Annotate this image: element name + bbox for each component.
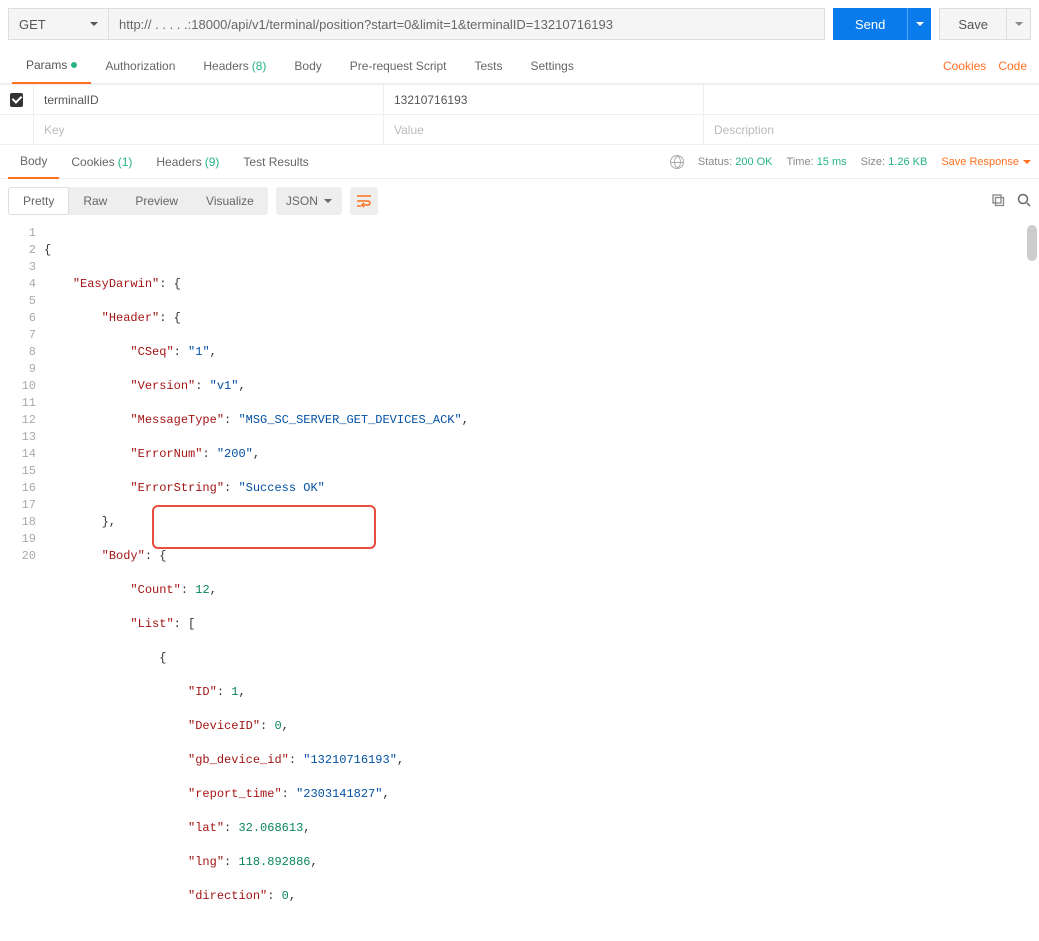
http-method-select[interactable]: GET — [8, 8, 108, 40]
resp-tab-tests[interactable]: Test Results — [231, 145, 320, 179]
globe-icon[interactable] — [670, 155, 684, 169]
body-view-toolbar: Pretty Raw Preview Visualize JSON — [0, 179, 1039, 223]
resp-tab-cookies[interactable]: Cookies(1) — [59, 145, 144, 179]
line-gutter: 12345678910 11121314151617181920 — [0, 223, 44, 941]
url-input[interactable]: http:// . . . . .:18000/api/v1/terminal/… — [108, 8, 825, 40]
code-content: { "EasyDarwin": { "Header": { "CSeq": "1… — [44, 223, 1039, 941]
param-desc-input[interactable]: Description — [704, 115, 1039, 144]
tab-params[interactable]: Params — [12, 48, 91, 84]
tab-prerequest[interactable]: Pre-request Script — [336, 48, 461, 84]
format-select[interactable]: JSON — [276, 187, 342, 215]
chevron-down-icon — [324, 199, 332, 203]
code-link[interactable]: Code — [998, 59, 1027, 73]
view-raw[interactable]: Raw — [69, 187, 121, 215]
cookies-link[interactable]: Cookies — [943, 59, 986, 73]
tab-settings[interactable]: Settings — [517, 48, 588, 84]
params-table: terminalID 13210716193 Key Value Descrip… — [0, 84, 1039, 145]
wrap-lines-icon[interactable] — [350, 187, 378, 215]
status-label: Status: 200 OK — [698, 156, 773, 168]
resp-tab-headers[interactable]: Headers(9) — [144, 145, 231, 179]
copy-icon[interactable] — [991, 193, 1005, 210]
request-tabs: Params Authorization Headers(8) Body Pre… — [0, 48, 1039, 84]
param-row: terminalID 13210716193 — [0, 84, 1039, 114]
tab-headers[interactable]: Headers(8) — [189, 48, 280, 84]
view-visualize[interactable]: Visualize — [192, 187, 268, 215]
tab-body[interactable]: Body — [280, 48, 335, 84]
send-dropdown[interactable] — [907, 8, 931, 40]
param-key-input[interactable]: Key — [34, 115, 384, 144]
view-pretty[interactable]: Pretty — [8, 187, 69, 215]
active-dot-icon — [71, 62, 77, 68]
param-value-input[interactable]: Value — [384, 115, 704, 144]
scrollbar[interactable] — [1027, 225, 1037, 261]
size-label: Size: 1.26 KB — [861, 156, 928, 168]
param-value[interactable]: 13210716193 — [384, 85, 704, 114]
chevron-down-icon — [90, 22, 98, 26]
chevron-down-icon — [916, 22, 924, 26]
chevron-down-icon — [1015, 22, 1023, 26]
save-button[interactable]: Save — [939, 8, 1007, 40]
time-label: Time: 15 ms — [787, 156, 847, 168]
resp-tab-body[interactable]: Body — [8, 145, 59, 179]
param-desc[interactable] — [704, 85, 1039, 114]
method-label: GET — [19, 17, 46, 32]
search-icon[interactable] — [1017, 193, 1031, 210]
param-key[interactable]: terminalID — [34, 85, 384, 114]
view-preview[interactable]: Preview — [121, 187, 192, 215]
send-button[interactable]: Send — [833, 8, 907, 40]
param-row-empty: Key Value Description — [0, 114, 1039, 144]
save-response-button[interactable]: Save Response — [941, 156, 1031, 168]
response-tabs: Body Cookies(1) Headers(9) Test Results … — [0, 145, 1039, 179]
tab-authorization[interactable]: Authorization — [91, 48, 189, 84]
tab-tests[interactable]: Tests — [460, 48, 516, 84]
param-checkbox[interactable] — [10, 93, 23, 107]
response-body[interactable]: 12345678910 11121314151617181920 { "Easy… — [0, 223, 1039, 941]
save-dropdown[interactable] — [1007, 8, 1031, 40]
